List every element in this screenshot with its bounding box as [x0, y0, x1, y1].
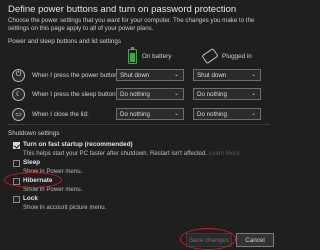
fast-startup-desc: This helps start your PC faster after sh… [23, 150, 240, 157]
learn-more-link[interactable]: Learn More [209, 150, 240, 157]
hibernate-highlight-circle [4, 172, 62, 188]
lid-row: ▭ When I close the lid: [12, 106, 128, 122]
power-button-label: When I press the power button: [32, 71, 120, 79]
select-value: Do nothing [197, 90, 227, 98]
fast-startup-desc-text: This helps start your PC faster after sh… [23, 150, 207, 157]
power-button-plugged-select[interactable]: Shut down ⌄ [193, 69, 261, 81]
lid-battery-select[interactable]: Do nothing ⌄ [116, 108, 184, 120]
cancel-button[interactable]: Cancel [236, 233, 274, 247]
column-on-battery-label: On battery [142, 52, 172, 60]
sleep-checkbox[interactable] [13, 160, 20, 167]
moon-icon: ☾ [12, 87, 25, 101]
power-button-row: ⏻ When I press the power button: [12, 67, 128, 83]
lock-checkbox[interactable] [13, 196, 20, 203]
sleep-button-label: When I press the sleep button: [32, 90, 118, 98]
lid-plugged-select[interactable]: Do nothing ⌄ [193, 108, 261, 120]
power-section-title: Power and sleep buttons and lid settings [8, 38, 122, 45]
sleep-button-battery-select[interactable]: Do nothing ⌄ [116, 88, 184, 100]
battery-icon [128, 46, 137, 64]
fast-startup-label: Turn on fast startup (recommended) [23, 141, 133, 148]
select-value: Shut down [120, 71, 150, 79]
chevron-down-icon: ⌄ [173, 111, 179, 117]
page-title: Define power buttons and turn on passwor… [8, 4, 237, 15]
plug-icon [201, 47, 219, 65]
lock-label: Lock [23, 195, 38, 202]
select-value: Do nothing [120, 90, 150, 98]
power-icon: ⏻ [12, 68, 25, 82]
lid-icon: ▭ [12, 107, 25, 121]
save-highlight-circle [180, 228, 236, 250]
sleep-label: Sleep [23, 159, 41, 166]
column-plugged-in: Plugged in [201, 44, 252, 68]
column-plugged-in-label: Plugged in [222, 52, 252, 60]
chevron-down-icon: ⌄ [250, 72, 256, 78]
lid-label: When I close the lid: [32, 110, 89, 118]
chevron-down-icon: ⌄ [250, 91, 256, 97]
lock-desc: Show in account picture menu. [23, 204, 107, 211]
select-value: Shut down [197, 71, 227, 79]
shutdown-section-title: Shutdown settings [8, 130, 60, 137]
fast-startup-checkbox[interactable] [13, 142, 20, 149]
section-divider [8, 124, 270, 125]
select-value: Do nothing [120, 110, 150, 118]
chevron-down-icon: ⌄ [173, 72, 179, 78]
page-intro: Choose the power settings that you want … [8, 17, 255, 32]
power-button-battery-select[interactable]: Shut down ⌄ [116, 69, 184, 81]
chevron-down-icon: ⌄ [173, 91, 179, 97]
sleep-button-row: ☾ When I press the sleep button: [12, 86, 128, 102]
sleep-button-plugged-select[interactable]: Do nothing ⌄ [193, 88, 261, 100]
chevron-down-icon: ⌄ [250, 111, 256, 117]
column-on-battery: On battery [128, 44, 171, 68]
select-value: Do nothing [197, 110, 227, 118]
power-options-window: Define power buttons and turn on passwor… [0, 0, 278, 250]
